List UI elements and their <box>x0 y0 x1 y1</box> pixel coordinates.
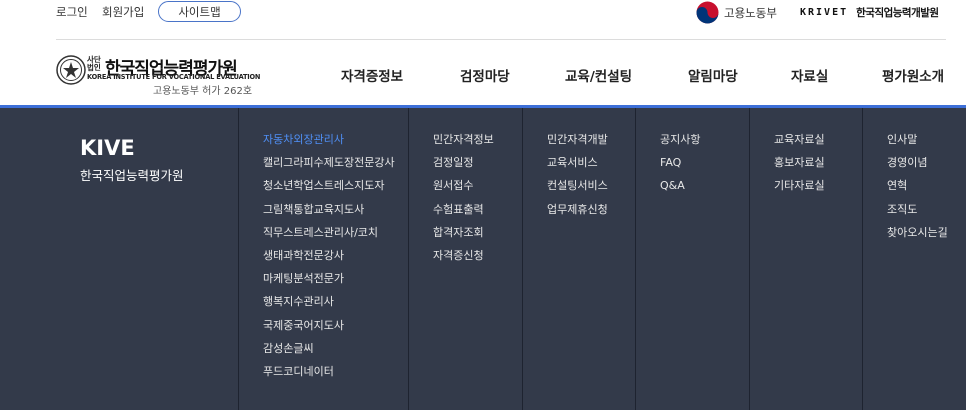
submenu-item[interactable]: 공지사항 <box>660 132 700 155</box>
submenu-item[interactable]: 연혁 <box>887 178 948 201</box>
nav-education[interactable]: 교육/컨설팅 <box>565 65 632 85</box>
submenu-item[interactable]: 경영이념 <box>887 155 948 178</box>
column-divider <box>862 108 863 410</box>
emblem-icon <box>56 55 86 85</box>
mega-menu: KIVE 한국직업능력평가원 자동차외장관리사 캘리그라피수제도장전문강사 청소년학… <box>0 108 966 410</box>
krivet-link[interactable]: KRIVET 한국직업능력개발원 <box>800 5 939 20</box>
nav-archive[interactable]: 자료실 <box>791 65 828 85</box>
logo-english-name: KOREA INSTITUTE FOR VOCATIONAL EVALUATIO… <box>87 73 261 81</box>
krivet-name: 한국직업능력개발원 <box>856 7 939 19</box>
submenu-item[interactable]: 민간자격정보 <box>433 132 494 155</box>
mega-brand-subtitle: 한국직업능력평가원 <box>80 168 184 183</box>
submenu-item[interactable]: 인사말 <box>887 132 948 155</box>
submenu-item[interactable]: 업무제휴신청 <box>547 202 608 225</box>
submenu-item[interactable]: 홍보자료실 <box>774 155 825 178</box>
submenu-item[interactable]: 그림책통합교육지도사 <box>263 202 395 225</box>
submenu-about: 인사말 경영이념 연혁 조직도 찾아오시는길 <box>887 132 948 248</box>
nav-about[interactable]: 평가원소개 <box>882 65 944 85</box>
submenu-item[interactable]: 교육자료실 <box>774 132 825 155</box>
column-divider <box>635 108 636 410</box>
login-link[interactable]: 로그인 <box>56 4 88 20</box>
submenu-item[interactable]: 자격증신청 <box>433 248 494 271</box>
submenu-item[interactable]: 검정일정 <box>433 155 494 178</box>
top-utility-bar: 로그인 회원가입 사이트맵 고용노동부 KRIVET 한국직업능력개발원 <box>0 0 966 40</box>
submenu-item[interactable]: 직무스트레스관리사/코치 <box>263 225 395 248</box>
submenu-item[interactable]: FAQ <box>660 155 700 178</box>
ministry-label: 고용노동부 <box>724 5 777 20</box>
submenu-item[interactable]: 행복지수관리사 <box>263 294 395 317</box>
submenu-item[interactable]: 민간자격개발 <box>547 132 608 155</box>
column-divider <box>408 108 409 410</box>
submenu-archive: 교육자료실 홍보자료실 기타자료실 <box>774 132 825 202</box>
submenu-item[interactable]: 청소년학업스트레스지도자 <box>263 178 395 201</box>
column-divider <box>522 108 523 410</box>
submenu-item[interactable]: 마케팅분석전문가 <box>263 271 395 294</box>
submenu-item[interactable]: 원서접수 <box>433 178 494 201</box>
submenu-item[interactable]: 푸드코디네이터 <box>263 364 395 387</box>
nav-exam[interactable]: 검정마당 <box>460 65 510 85</box>
submenu-exam: 민간자격정보 검정일정 원서접수 수험표출력 합격자조회 자격증신청 <box>433 132 494 271</box>
sitemap-button[interactable]: 사이트맵 <box>158 1 241 22</box>
submenu-item[interactable]: 수험표출력 <box>433 202 494 225</box>
submenu-item[interactable]: 합격자조회 <box>433 225 494 248</box>
mega-brand-title: KIVE <box>80 136 135 160</box>
permit-number: 고용노동부 허가 262호 <box>153 86 253 97</box>
submenu-item[interactable]: 국제중국어지도사 <box>263 318 395 341</box>
submenu-item[interactable]: 캘리그라피수제도장전문강사 <box>263 155 395 178</box>
submenu-item[interactable]: 조직도 <box>887 202 948 225</box>
column-divider <box>238 108 239 410</box>
submenu-education: 민간자격개발 교육서비스 컨설팅서비스 업무제휴신청 <box>547 132 608 225</box>
nav-license-info[interactable]: 자격증정보 <box>341 65 403 85</box>
ministry-link[interactable]: 고용노동부 <box>695 0 777 25</box>
column-divider <box>749 108 750 410</box>
submenu-item[interactable]: 찾아오시는길 <box>887 225 948 248</box>
submenu-item[interactable]: 자동차외장관리사 <box>263 132 395 155</box>
submenu-item[interactable]: 감성손글씨 <box>263 341 395 364</box>
submenu-item[interactable]: 생태과학전문강사 <box>263 248 395 271</box>
krivet-logo-text: KRIVET <box>800 7 849 18</box>
submenu-notice: 공지사항 FAQ Q&A <box>660 132 700 202</box>
nav-notice[interactable]: 알림마당 <box>688 65 738 85</box>
submenu-license-info: 자동차외장관리사 캘리그라피수제도장전문강사 청소년학업스트레스지도자 그림책통합교육… <box>263 132 395 387</box>
submenu-item[interactable]: 교육서비스 <box>547 155 608 178</box>
signup-link[interactable]: 회원가입 <box>102 4 144 20</box>
taegeuk-icon <box>696 1 719 24</box>
logo-corporation-label: 사단법인 <box>87 55 101 72</box>
submenu-item[interactable]: Q&A <box>660 178 700 201</box>
submenu-item[interactable]: 컨설팅서비스 <box>547 178 608 201</box>
site-header: 사단법인 한국직업능력평가원 KOREA INSTITUTE FOR VOCAT… <box>0 40 966 106</box>
submenu-item[interactable]: 기타자료실 <box>774 178 825 201</box>
